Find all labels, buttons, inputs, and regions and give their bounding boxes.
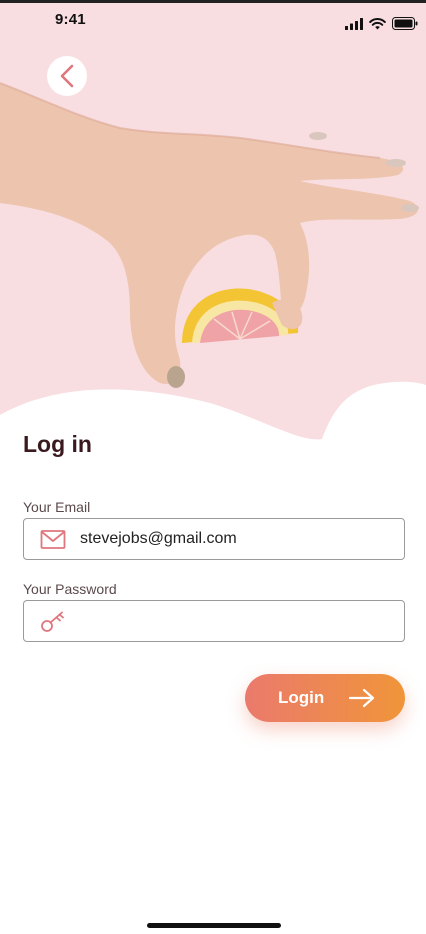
key-icon — [41, 611, 64, 632]
battery-icon — [392, 17, 418, 30]
mail-icon — [40, 530, 66, 549]
status-bar: 9:41 — [0, 3, 426, 39]
status-icons — [345, 17, 418, 30]
login-button-label: Login — [278, 688, 325, 707]
password-label: Your Password — [23, 581, 117, 597]
wifi-icon — [369, 17, 386, 29]
email-field[interactable] — [23, 518, 405, 560]
home-indicator — [147, 923, 281, 928]
chevron-left-icon — [60, 64, 74, 88]
email-label: Your Email — [23, 499, 91, 515]
status-time: 9:41 — [55, 11, 86, 28]
cellular-signal-icon — [345, 17, 363, 30]
password-input[interactable] — [80, 601, 390, 641]
login-screen: 9:41 Log in Your Email stevejobs@gmail.c… — [0, 0, 426, 934]
page-title: Log in — [23, 431, 92, 457]
arrow-right-icon — [349, 688, 375, 708]
email-input[interactable] — [80, 519, 390, 559]
login-button[interactable]: Login — [245, 674, 405, 722]
back-button[interactable] — [47, 56, 87, 96]
password-field[interactable] — [23, 600, 405, 642]
